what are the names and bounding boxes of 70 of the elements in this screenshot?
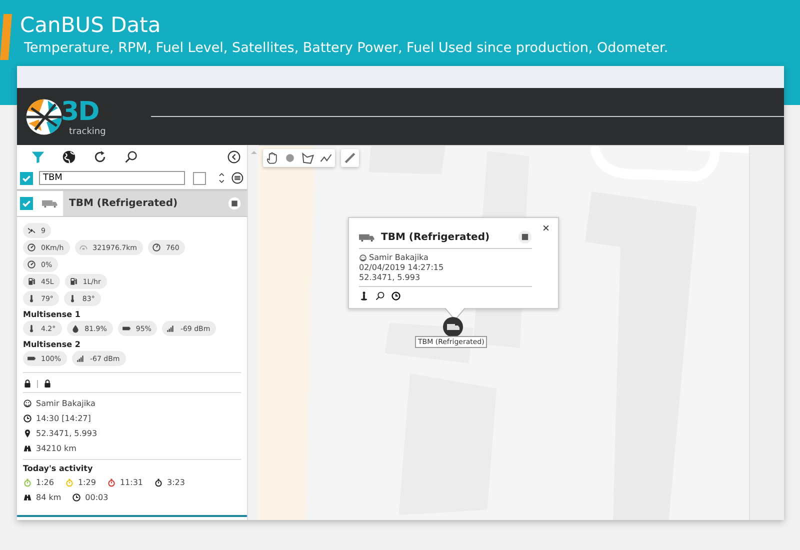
thermometer-icon (27, 324, 36, 333)
summary-value: 00:03 (85, 493, 108, 502)
smiley-icon (359, 254, 367, 262)
pin-icon (23, 429, 32, 438)
fuel-pump-icon (27, 277, 36, 286)
gauge-icon (27, 243, 36, 252)
group-title: Multisense 1 (23, 309, 82, 320)
clock-icon (72, 493, 82, 502)
popup-title: TBM (Refrigerated) (381, 232, 490, 242)
droplet-icon (70, 324, 80, 333)
binoculars-icon (23, 493, 32, 502)
accent-stripe (0, 14, 12, 60)
close-icon[interactable] (542, 224, 550, 232)
popup-coordinates: 52.3471, 5.993 (359, 273, 420, 283)
sort-icon[interactable] (218, 170, 226, 186)
lock-icon (23, 379, 32, 388)
dashboard-icon (78, 243, 88, 252)
menu-icon[interactable] (231, 171, 244, 185)
banner-title: CanBUS Data (20, 12, 161, 38)
signal-icon (166, 324, 176, 333)
thermometer-icon (27, 294, 36, 303)
gauge-icon (152, 243, 161, 252)
satellite-icon (27, 226, 36, 235)
ruler-icon[interactable] (341, 149, 359, 167)
popup-timestamp: 02/04/2019 14:27:15 (359, 263, 444, 273)
logo-wordmark: tracking (69, 126, 106, 136)
refresh-icon[interactable] (93, 150, 107, 164)
detail-text: 34210 km (36, 444, 76, 453)
timer-value: 3:23 (167, 478, 185, 487)
activity-title: Today's activity (23, 463, 94, 474)
timer-value: 11:31 (120, 478, 143, 487)
gauge-icon (27, 260, 36, 269)
person-pin-icon[interactable] (359, 291, 369, 301)
vehicle-checkbox[interactable] (20, 197, 33, 210)
banner-subtitle: Temperature, RPM, Fuel Level, Satellites, Battery Power, Fuel Used since production, Odometer. (24, 40, 668, 56)
binoculars-icon (23, 444, 32, 453)
filter-input[interactable]: TBM (39, 171, 185, 185)
vehicle-row[interactable]: TBM (Refrigerated) (63, 191, 247, 216)
option-checkbox[interactable] (192, 172, 206, 184)
truck-icon (42, 199, 58, 208)
detail-text: Samir Bakajika (36, 399, 96, 408)
logo-mark: 3D (61, 96, 100, 126)
vehicle-marker[interactable] (442, 316, 464, 338)
smiley-icon (23, 399, 32, 408)
stop-icon[interactable] (518, 230, 532, 244)
search-icon[interactable] (375, 291, 385, 301)
filter-icon[interactable] (31, 150, 45, 164)
timer-value: 1:29 (78, 478, 96, 487)
collapse-icon[interactable] (227, 150, 241, 164)
fuel-pump-icon (68, 277, 78, 286)
battery-icon (122, 324, 131, 333)
clock-icon[interactable] (391, 291, 401, 301)
group-title: Multisense 2 (23, 339, 82, 350)
lock-icon (43, 379, 52, 388)
truck-icon (359, 232, 375, 242)
detail-text: 52.3471, 5.993 (36, 429, 98, 438)
summary-value: 84 km (36, 493, 62, 502)
battery-icon (27, 354, 36, 363)
logo-globe-icon (25, 98, 63, 136)
vehicle-name: TBM (Refrigerated) (69, 198, 178, 209)
search-icon[interactable] (124, 150, 138, 164)
scrollbar[interactable] (248, 145, 259, 520)
signal-icon (76, 354, 86, 363)
timer-value: 1:26 (36, 478, 54, 487)
select-all-checkbox[interactable] (20, 172, 33, 184)
globe-icon[interactable] (62, 150, 76, 164)
detail-text: 14:30 [14:27] (36, 414, 91, 423)
popup-driver: Samir Bakajika (369, 253, 428, 263)
clock-icon (23, 414, 32, 423)
stop-icon[interactable] (228, 197, 241, 210)
